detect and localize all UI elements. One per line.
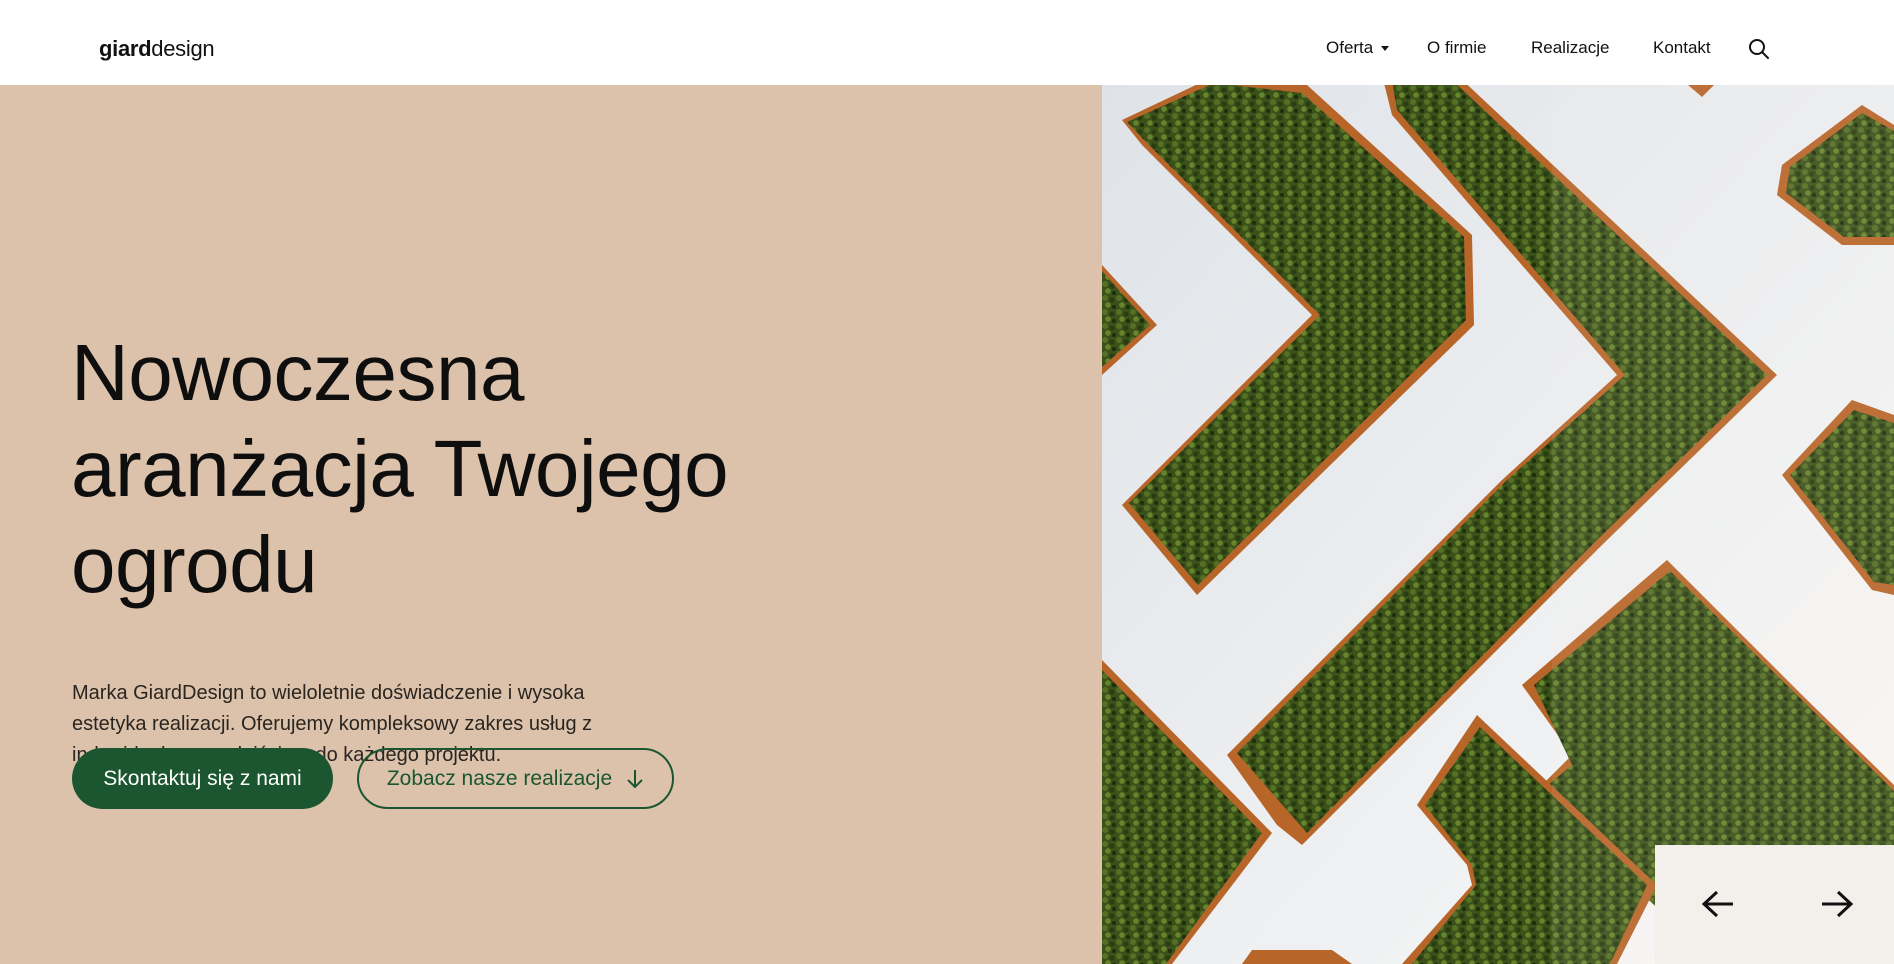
hero-title-line: ogrodu: [71, 520, 318, 609]
arrow-down-icon: [627, 769, 643, 788]
contact-button[interactable]: Skontaktuj się z nami: [72, 748, 333, 809]
hero-title-line: aranżacja Twojego: [71, 424, 729, 513]
brand-logo-bold: giard: [99, 36, 152, 61]
search-icon[interactable]: [1747, 37, 1771, 61]
site-header: giarddesign Oferta O firmie Realizacje K…: [0, 0, 1894, 85]
nav-item-oferta[interactable]: Oferta: [1326, 38, 1390, 58]
garden-planters-image: [1102, 85, 1894, 964]
arrow-right-icon[interactable]: [1820, 889, 1854, 919]
hero-section: Nowoczesna aranżacja Twojego ogrodu Mark…: [0, 85, 1102, 964]
hero-image: [1102, 85, 1894, 964]
caret-down-icon: [1381, 46, 1390, 51]
brand-logo[interactable]: giarddesign: [99, 36, 215, 62]
nav-item-label: Oferta: [1326, 38, 1374, 57]
nav-item-kontakt[interactable]: Kontakt: [1653, 38, 1711, 58]
arrow-left-icon[interactable]: [1701, 889, 1735, 919]
nav-item-o-firmie[interactable]: O firmie: [1427, 38, 1487, 58]
hero-title-line: Nowoczesna: [71, 328, 525, 417]
see-projects-label: Zobacz nasze realizacje: [386, 766, 613, 790]
hero-title: Nowoczesna aranżacja Twojego ogrodu: [71, 325, 791, 613]
slider-controls: [1655, 845, 1894, 964]
see-projects-button[interactable]: Zobacz nasze realizacje: [357, 748, 674, 809]
brand-logo-regular: design: [151, 36, 215, 61]
nav-item-realizacje[interactable]: Realizacje: [1531, 38, 1609, 58]
